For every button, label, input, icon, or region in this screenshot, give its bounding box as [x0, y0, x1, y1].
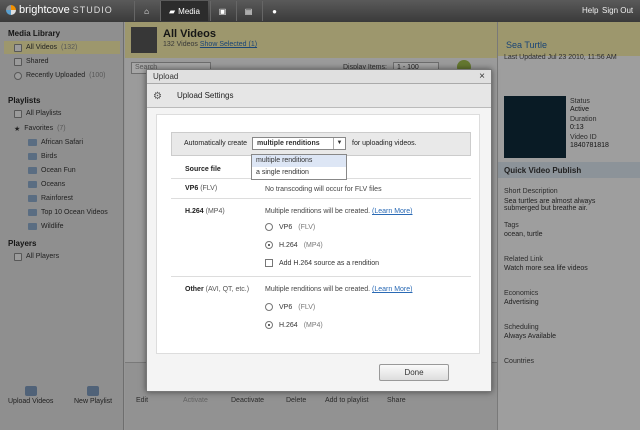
- brightcove-logo: brightcove STUDIO: [6, 4, 113, 16]
- select-value: multiple renditions: [257, 140, 320, 147]
- other-vp6-option[interactable]: VP6 (FLV): [265, 303, 315, 311]
- analytics-button[interactable]: ●: [262, 1, 286, 21]
- dialog-header-text: Upload Settings: [177, 91, 234, 100]
- upload-dialog: Upload × ⚙ Upload Settings Automatically…: [146, 69, 492, 392]
- h264-label: H.264 (MP4): [185, 208, 225, 215]
- h264-h264-option[interactable]: H.264 (MP4): [265, 241, 323, 249]
- option-format: (FLV): [298, 223, 316, 231]
- logo-icon: [6, 5, 16, 15]
- checkbox[interactable]: [265, 259, 273, 267]
- product-name: STUDIO: [72, 5, 113, 15]
- vp6-label: VP6 (FLV): [185, 185, 217, 192]
- media-button[interactable]: ▰ Media: [160, 1, 208, 21]
- media-label: Media: [178, 6, 200, 16]
- dialog-header: ⚙ Upload Settings: [147, 84, 491, 108]
- publishing-button[interactable]: ▤: [236, 1, 260, 21]
- gear-icon: ⚙: [153, 91, 162, 102]
- vp6-name: VP6: [185, 185, 199, 192]
- players-button[interactable]: ▣: [210, 1, 234, 21]
- chat-icon: ●: [272, 6, 277, 16]
- other-h264-option[interactable]: H.264 (MP4): [265, 321, 323, 329]
- help-link[interactable]: Help: [582, 6, 598, 15]
- option-single[interactable]: a single rendition: [252, 167, 346, 179]
- folder-icon: ▰: [169, 6, 176, 16]
- other-name: Other: [185, 286, 204, 293]
- option-label: H.264: [279, 321, 298, 329]
- option-label: H.264: [279, 241, 298, 249]
- vp6-info: No transcoding will occur for FLV files: [265, 186, 382, 193]
- divider: [171, 198, 471, 199]
- radio-button[interactable]: [265, 223, 273, 231]
- option-multiple[interactable]: multiple renditions: [252, 155, 346, 167]
- home-icon: ⌂: [144, 6, 149, 16]
- auto-create-suffix: for uploading videos.: [352, 140, 417, 147]
- divider: [171, 276, 471, 277]
- h264-vp6-option[interactable]: VP6 (FLV): [265, 223, 315, 231]
- h264-format: (MP4): [205, 208, 225, 215]
- other-info: Multiple renditions will be created. (Le…: [265, 286, 412, 293]
- auto-create-row: Automatically create multiple renditions…: [171, 132, 471, 156]
- close-icon[interactable]: ×: [479, 71, 485, 82]
- option-label: VP6: [279, 303, 293, 311]
- radio-button[interactable]: [265, 303, 273, 311]
- option-format: (MP4): [303, 241, 323, 249]
- sign-out-link[interactable]: Sign Out: [602, 6, 633, 15]
- rendition-select[interactable]: multiple renditions ▼: [252, 137, 346, 150]
- top-bar: brightcove STUDIO ⌂ ▰ Media ▣ ▤ ● Help Si…: [0, 0, 640, 22]
- publish-icon: ▤: [244, 6, 253, 16]
- chevron-down-icon: ▼: [333, 138, 345, 149]
- rendition-dropdown: multiple renditions a single rendition: [251, 154, 347, 180]
- option-label: VP6: [279, 223, 293, 231]
- other-format: (AVI, QT, etc.): [205, 286, 250, 293]
- add-h264-option[interactable]: Add H.264 source as a rendition: [265, 259, 379, 267]
- multi-text: Multiple renditions will be created.: [265, 208, 371, 215]
- multi-text: Multiple renditions will be created.: [265, 286, 371, 293]
- vp6-format: (FLV): [200, 185, 218, 192]
- dialog-title: Upload: [153, 72, 179, 81]
- done-button[interactable]: Done: [379, 364, 449, 381]
- radio-button[interactable]: [265, 321, 273, 329]
- option-format: (FLV): [298, 303, 316, 311]
- dialog-title-bar: Upload: [147, 70, 491, 84]
- home-button[interactable]: ⌂: [134, 1, 158, 21]
- auto-create-label: Automatically create: [184, 140, 248, 147]
- learn-more-link[interactable]: (Learn More): [372, 208, 412, 215]
- option-format: (MP4): [303, 321, 323, 329]
- player-icon: ▣: [218, 6, 227, 16]
- option-label: Add H.264 source as a rendition: [279, 259, 380, 267]
- other-label: Other (AVI, QT, etc.): [185, 286, 249, 293]
- radio-button[interactable]: [265, 241, 273, 249]
- brand-name: brightcove: [19, 4, 70, 16]
- h264-info: Multiple renditions will be created. (Le…: [265, 208, 412, 215]
- h264-name: H.264: [185, 208, 204, 215]
- learn-more-link[interactable]: (Learn More): [372, 286, 412, 293]
- source-file-header: Source file: [185, 166, 221, 173]
